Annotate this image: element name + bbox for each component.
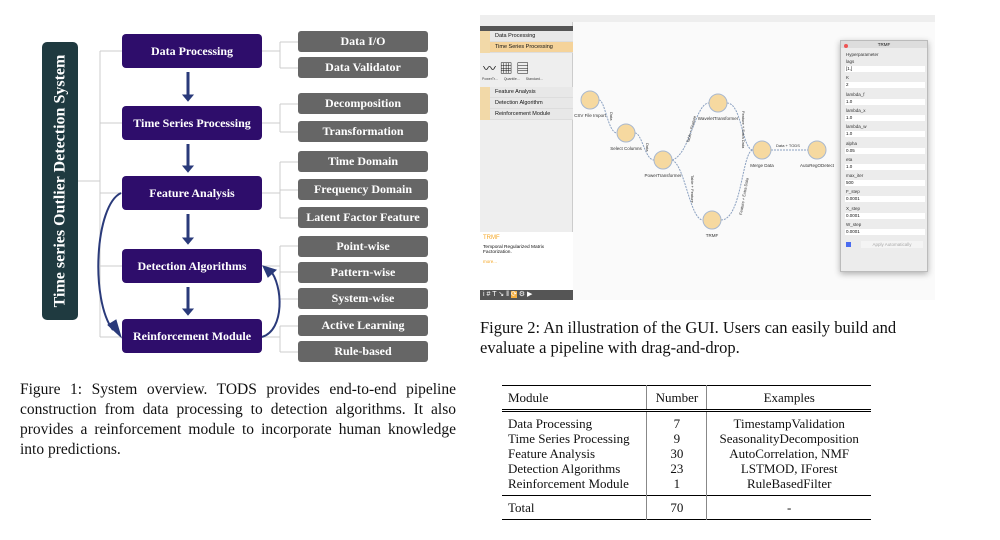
table-cell: SeasonalityDecomposition [719, 431, 859, 446]
node-trmf [702, 210, 722, 230]
param-input[interactable]: 0.0001 [845, 196, 925, 203]
submodule: Latent Factor Feature [298, 207, 428, 228]
node-label[interactable]: PowerTransformer [644, 173, 681, 178]
param-input[interactable]: 0.05 [845, 147, 925, 154]
param-label: W_step [846, 222, 862, 227]
param-input[interactable]: 1.0 [845, 131, 925, 138]
table-row: Feature Analysis 30 AutoCorrelation, NMF [502, 446, 871, 461]
node-csv-import [580, 90, 600, 110]
node-label[interactable]: Merge Data [750, 163, 774, 168]
table-cell: RuleBasedFilter [746, 476, 832, 491]
table-cell: Detection Algorithms [502, 461, 648, 476]
node-label[interactable]: WaveletTransformer [698, 116, 738, 121]
node-label[interactable]: TRMF [706, 233, 719, 238]
param-input[interactable]: 1.0 [845, 98, 925, 105]
param-input[interactable]: [1,] [845, 66, 925, 72]
table-cell: Data Processing [502, 410, 648, 431]
figure1-caption: Figure 1: System overview. TODS provides… [20, 381, 456, 458]
edge-label: Table + Feature [690, 175, 695, 204]
param-label: F_step [846, 189, 860, 195]
node-label[interactable]: AutoRegODetect [800, 163, 834, 168]
table-row: Time Series Processing 9 SeasonalityDecomp… [502, 431, 871, 446]
submodule: Data I/O [298, 31, 428, 52]
param-label: X_step [846, 205, 861, 211]
table-cell: 9 [646, 431, 708, 446]
table-cell: LSTMOD, IForest [740, 461, 838, 476]
submodule: Decomposition [298, 93, 428, 114]
submodule: Transformation [298, 121, 428, 142]
table-cell: Feature Analysis [502, 446, 648, 461]
submodule: Time Domain [298, 151, 428, 172]
submodule: Point-wise [298, 236, 428, 257]
edge-label: Data [609, 112, 614, 121]
param-input[interactable]: 1.0 [845, 114, 925, 121]
table-cell: Time Series Processing [502, 431, 648, 446]
table-cell: Reinforcement Module [502, 476, 648, 496]
param-input[interactable]: 2 [845, 82, 925, 89]
param-label: eta [846, 156, 853, 162]
apply-checkbox[interactable] [846, 242, 851, 247]
table-row: Data Processing 7 TimestampValidation [502, 410, 871, 431]
submodule: Frequency Domain [298, 179, 428, 200]
table-cell: 7 [646, 410, 708, 431]
module-feature-analysis: Feature Analysis [122, 176, 262, 210]
param-label: alpha [846, 140, 858, 146]
param-input[interactable]: 0.0001 [845, 212, 925, 219]
param-label: lambda_f [846, 91, 865, 97]
param-input[interactable]: 500 [845, 180, 925, 187]
module-reinforcement: Reinforcement Module [122, 319, 262, 353]
close-icon[interactable] [844, 44, 848, 48]
param-input[interactable]: 0.0001 [845, 229, 925, 235]
node-autoreg [807, 140, 827, 160]
module-time-series-processing: Time Series Processing [122, 106, 262, 140]
node-merge-data [752, 140, 772, 160]
apply-automatically-button[interactable]: Apply Automatically [861, 241, 923, 248]
node-select-columns [616, 123, 636, 143]
figure2-caption: Figure 2: An illustration of the GUI. Us… [480, 318, 897, 357]
module-table: Module Number Examples Data Processing 7 T… [502, 385, 871, 520]
param-label: lambda_w [846, 124, 867, 130]
edge-label: Data + TODS [776, 143, 800, 148]
submodule: System-wise [298, 288, 428, 309]
trmf-parameter-panel: TRMF Hyperparameter lags [1,] K 2 lambda_f 1.… [840, 40, 928, 272]
module-data-processing: Data Processing [122, 34, 262, 68]
param-label: max_iter [846, 173, 864, 179]
param-label: K [846, 75, 850, 81]
table-cell: 30 [646, 446, 708, 461]
system-label: Time series Outlier Detection System [42, 42, 78, 320]
edge-label: Data [645, 143, 650, 152]
table-cell: 23 [646, 461, 708, 476]
module-detection-algorithms: Detection Algorithms [122, 249, 262, 283]
table-total-row: Total 70 - [502, 495, 871, 520]
table-cell: Total [502, 495, 648, 520]
table-cell: 70 [646, 495, 708, 520]
table-cell: - [787, 500, 792, 515]
param-input[interactable]: 1.0 [845, 163, 925, 170]
node-label[interactable]: Select Columns [610, 146, 642, 151]
submodule: Active Learning [298, 315, 428, 336]
table-row: Reinforcement Module 1 RuleBasedFilter [502, 476, 871, 496]
node-wavelet [708, 93, 728, 113]
edge-label: Feature + Extra Data [741, 111, 746, 149]
table-row: Detection Algorithms 23 LSTMOD, IForest [502, 461, 871, 476]
param-label: lags [846, 59, 855, 64]
table-cell: AutoCorrelation, NMF [729, 446, 850, 461]
gui-screenshot: Data Processing Time Series Processing 〰… [480, 15, 935, 300]
panel-title: TRMF [841, 41, 927, 48]
node-power-transformer [653, 150, 673, 170]
edge-label: Table + Feature [685, 114, 697, 143]
param-label: lambda_x [846, 107, 866, 113]
submodule: Rule-based [298, 341, 428, 362]
panel-section: Hyperparameter [846, 52, 879, 57]
submodule: Data Validator [298, 57, 428, 78]
node-label[interactable]: CSV File Import [574, 113, 606, 118]
submodule: Pattern-wise [298, 262, 428, 283]
table-cell: 1 [646, 476, 708, 496]
edge-label: Feature + Extra Data [738, 177, 750, 215]
table-cell: TimestampValidation [733, 416, 845, 431]
